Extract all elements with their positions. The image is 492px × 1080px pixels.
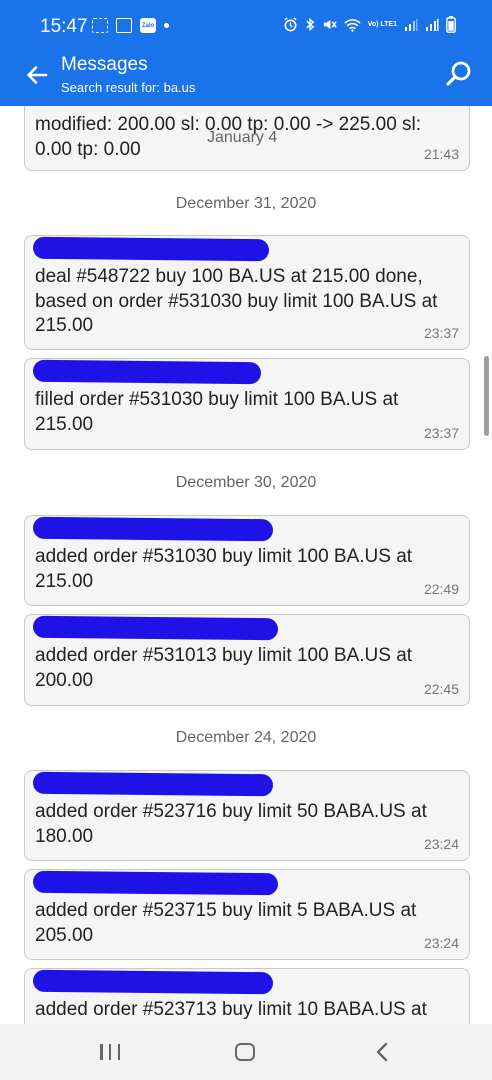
home-icon[interactable] — [235, 1043, 255, 1061]
recents-icon[interactable] — [100, 1044, 120, 1062]
message-card[interactable]: added order #523715 buy limit 5 BABA.US … — [24, 869, 470, 960]
redacted-sender — [32, 236, 270, 262]
message-card[interactable]: added order #523713 buy limit 10 BABA.US… — [24, 968, 470, 1024]
message-card[interactable]: added order #531013 buy limit 100 BA.US … — [24, 614, 470, 706]
floating-date-header: January 4 — [207, 129, 278, 146]
alarm-icon — [284, 17, 297, 32]
mute-icon — [323, 19, 337, 30]
message-card[interactable]: deal #548722 buy 100 BA.US at 215.00 don… — [24, 235, 470, 350]
message-time: 23:24 — [423, 836, 459, 852]
message-list[interactable]: modified: 200.00 sl: 0.00 tp: 0.00 -> 22… — [0, 106, 492, 1024]
redacted-sender — [32, 870, 279, 896]
scrollbar-thumb[interactable] — [484, 356, 489, 436]
redacted-sender — [32, 516, 274, 542]
message-time: 23:37 — [423, 325, 459, 341]
message-time: 22:49 — [423, 581, 459, 597]
bluetooth-icon — [305, 17, 315, 32]
redacted-sender — [32, 771, 274, 797]
message-body: filled order #531030 buy limit 100 BA.US… — [35, 389, 399, 435]
search-icon[interactable] — [444, 59, 474, 89]
app-bar: Messages Search result for: ba.us — [0, 46, 492, 106]
message-body: added order #523713 buy limit 10 BABA.US… — [35, 999, 427, 1020]
message-card[interactable]: added order #531030 buy limit 100 BA.US … — [24, 515, 470, 606]
date-separator: December 31, 2020 — [175, 195, 317, 212]
redacted-sender — [32, 359, 262, 385]
date-separator: December 24, 2020 — [175, 729, 317, 746]
page-title: Messages — [61, 54, 148, 75]
screenshot-icon — [92, 18, 108, 33]
message-body: deal #548722 buy 100 BA.US at 215.00 don… — [35, 266, 438, 336]
message-time: 22:45 — [423, 681, 459, 697]
redacted-sender — [32, 615, 279, 641]
wifi-icon — [344, 18, 361, 32]
gallery-icon — [116, 18, 132, 33]
message-body: added order #531030 buy limit 100 BA.US … — [35, 546, 413, 592]
message-time: 23:37 — [423, 425, 459, 441]
message-body: added order #523716 buy limit 50 BABA.US… — [35, 801, 427, 847]
signal-icon — [405, 18, 418, 31]
system-nav-bar — [0, 1024, 492, 1080]
arrow-left-icon[interactable] — [22, 60, 52, 90]
date-separator: December 30, 2020 — [175, 474, 317, 491]
volte-icon: Vo) LTE1 — [367, 21, 397, 28]
status-bar: 15:47 Zalo Vo) LTE1 — [0, 0, 492, 46]
message-card[interactable]: filled order #531030 buy limit 100 BA.US… — [24, 358, 470, 450]
message-card[interactable]: added order #523716 buy limit 50 BABA.US… — [24, 770, 470, 861]
message-time: 21:43 — [423, 146, 459, 162]
battery-icon — [446, 16, 456, 33]
status-time: 15:47 — [40, 16, 88, 37]
back-chevron-icon[interactable] — [374, 1042, 390, 1062]
message-body: added order #523715 buy limit 5 BABA.US … — [35, 900, 417, 946]
zalo-icon: Zalo — [140, 18, 156, 33]
search-query-subtitle: Search result for: ba.us — [61, 80, 196, 95]
signal-icon — [426, 18, 439, 31]
notification-dot-icon — [164, 23, 169, 28]
message-time: 23:24 — [423, 935, 459, 951]
redacted-sender — [32, 969, 274, 995]
message-body: added order #531013 buy limit 100 BA.US … — [35, 645, 413, 691]
